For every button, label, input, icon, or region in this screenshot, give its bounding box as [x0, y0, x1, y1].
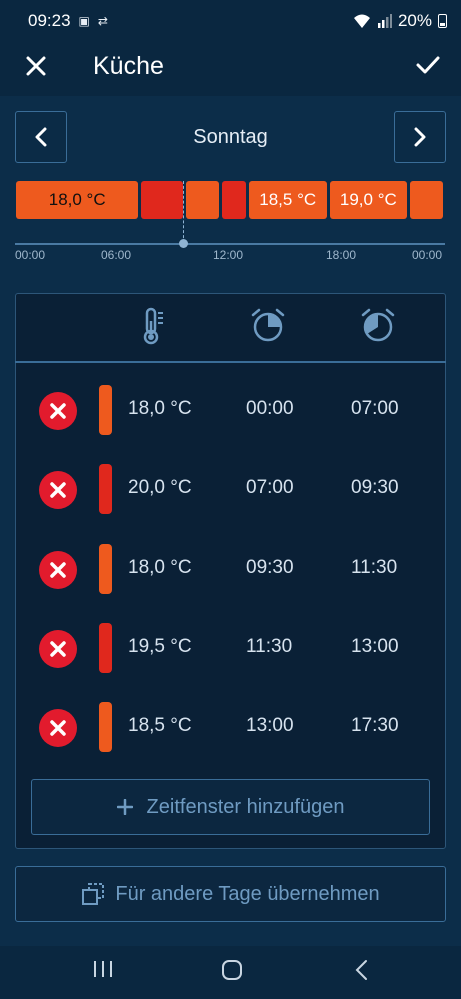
notification-icon: ▣ — [78, 14, 90, 28]
delete-x-icon — [50, 720, 66, 736]
start-time-cell[interactable]: 00:00 — [246, 398, 294, 420]
delete-slot-button[interactable] — [39, 392, 77, 430]
start-time-cell[interactable]: 07:00 — [246, 477, 294, 499]
back-icon[interactable] — [352, 958, 372, 982]
delete-x-icon — [50, 641, 66, 657]
timeline-axis — [15, 243, 445, 245]
delete-x-icon — [50, 561, 66, 578]
timeline-segment[interactable]: 19,0 °C — [329, 181, 408, 219]
start-time-cell[interactable]: 11:30 — [246, 636, 292, 658]
start-time-cell[interactable]: 09:30 — [246, 557, 294, 579]
table-header-divider — [15, 361, 446, 363]
copy-to-other-days-label: Für andere Tage übernehmen — [115, 882, 380, 905]
data-saver-icon: ⇄ — [97, 14, 108, 28]
timeline-segment[interactable] — [222, 181, 246, 219]
time-slot-row: 18,5 °C 13:00 17:30 — [15, 698, 446, 758]
end-time-cell[interactable]: 09:30 — [351, 477, 399, 499]
delete-x-icon — [50, 403, 66, 419]
time-slot-row: 19,5 °C 11:30 13:00 — [15, 619, 446, 679]
time-slot-row: 18,0 °C 09:30 11:30 — [15, 540, 446, 600]
system-navigation-bar — [0, 946, 461, 999]
start-time-cell[interactable]: 13:00 — [246, 715, 294, 737]
timeline-segment[interactable] — [410, 181, 443, 219]
temperature-cell[interactable]: 19,5 °C — [128, 636, 192, 658]
day-label: Sonntag — [193, 126, 268, 148]
wifi-icon — [353, 14, 370, 28]
temperature-cell[interactable]: 18,0 °C — [128, 557, 192, 579]
status-bar: 09:23 ▣ ⇄ 20% — [0, 0, 461, 42]
timeline-tick-label: 00:00 — [15, 248, 46, 262]
timeline-tick-label: 00:00 — [412, 248, 443, 262]
end-time-cell[interactable]: 17:30 — [351, 715, 399, 737]
thermometer-icon — [143, 307, 163, 345]
time-slot-row: 18,0 °C 00:00 07:00 — [15, 381, 446, 441]
timeline-segment[interactable] — [186, 181, 220, 219]
end-alarm-icon — [361, 308, 395, 342]
schedule-timeline[interactable]: 18,0 °C 18,5 °C 19,0 °C — [15, 181, 445, 219]
page-title: Küche — [93, 52, 164, 80]
delete-slot-button[interactable] — [39, 471, 77, 510]
temperature-color-bar — [99, 385, 112, 435]
delete-slot-button[interactable] — [39, 629, 77, 668]
timeline-segment[interactable]: 18,5 °C — [248, 181, 327, 219]
home-icon[interactable] — [220, 958, 244, 982]
chevron-right-icon — [414, 127, 426, 147]
copy-to-other-days-button[interactable]: Für andere Tage übernehmen — [15, 866, 446, 922]
end-time-cell[interactable]: 07:00 — [351, 398, 399, 420]
timeline-segment[interactable] — [141, 181, 184, 219]
add-time-slot-label: Zeitfenster hinzufügen — [146, 795, 345, 818]
top-app-bar: Küche — [0, 42, 461, 96]
current-time-dot — [179, 239, 188, 248]
temperature-cell[interactable]: 18,5 °C — [128, 715, 192, 737]
add-time-slot-button[interactable]: Zeitfenster hinzufügen — [31, 779, 430, 835]
time-slot-row: 20,0 °C 07:00 09:30 — [15, 460, 446, 520]
end-time-cell[interactable]: 13:00 — [351, 636, 399, 658]
temperature-color-bar — [99, 702, 112, 753]
close-icon[interactable] — [22, 52, 50, 80]
timeline-tick-label: 06:00 — [101, 248, 132, 262]
end-time-cell[interactable]: 11:30 — [351, 557, 397, 579]
temperature-color-bar — [99, 543, 112, 594]
current-time-marker — [183, 181, 184, 243]
start-alarm-icon — [251, 308, 285, 342]
timeline-tick-label: 12:00 — [213, 248, 244, 262]
temperature-cell[interactable]: 20,0 °C — [128, 477, 192, 499]
copy-icon — [82, 883, 105, 905]
next-day-button[interactable] — [394, 111, 446, 163]
timeline-tick-label: 18:00 — [326, 248, 357, 262]
temperature-cell[interactable]: 18,0 °C — [128, 398, 192, 420]
battery-percent: 20% — [397, 11, 432, 30]
delete-slot-button[interactable] — [39, 709, 77, 748]
plus-icon — [116, 799, 133, 815]
battery-icon — [438, 14, 447, 28]
temperature-color-bar — [99, 622, 112, 673]
check-icon[interactable] — [413, 50, 443, 80]
timeline-segment[interactable]: 18,0 °C — [16, 181, 139, 219]
recent-apps-icon[interactable] — [92, 958, 114, 980]
delete-slot-button[interactable] — [39, 550, 77, 589]
status-time: 09:23 — [28, 11, 71, 30]
signal-icon — [377, 14, 392, 28]
delete-x-icon — [50, 482, 66, 499]
temperature-color-bar — [99, 464, 112, 515]
